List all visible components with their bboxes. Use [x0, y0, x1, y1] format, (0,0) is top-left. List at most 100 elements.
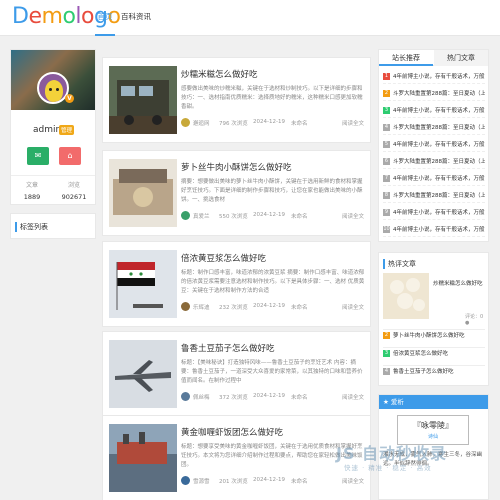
rank-number: 1 [383, 73, 390, 80]
logo-letter: o [62, 4, 76, 29]
hot-item-text[interactable]: 鲁香土豆茄子怎么做好吃 [393, 369, 454, 375]
read-more-link[interactable]: 阅读全文 [342, 119, 364, 127]
watermark: JS 自动秒收录 快速 · 精准 · 稳定 · 高效 [336, 440, 484, 474]
post-author[interactable]: 真爱兰 [193, 212, 210, 220]
nav-encyclopedia[interactable]: 百科资讯 [121, 0, 151, 36]
post-category[interactable]: 未命名 [291, 303, 308, 311]
post-thumbnail[interactable] [109, 66, 177, 134]
post-card[interactable]: 炒糯米糍怎么做好吃 感要做出美味的炒糯米糍，关键在于选材和炒制技巧。以下是详细的… [102, 57, 371, 143]
rank-number: 10 [383, 226, 390, 233]
rank-item[interactable]: 3 4年前博主小说，存有千般话术，万般.... [383, 106, 485, 118]
rank-number: 7 [383, 175, 390, 182]
post-title[interactable]: 炒糯米糍怎么做好吃 [181, 68, 258, 80]
verified-badge: V [65, 94, 74, 103]
read-more-link[interactable]: 阅读全文 [342, 303, 364, 311]
post-card[interactable]: 黄金咖喱虾饭团怎么做好吃 标题：想要享受美味的黄金咖喱虾饭团，关键在于选用优质食… [102, 415, 371, 500]
rank-item-text[interactable]: 4年前博主小说，存有千般话术，万般.... [393, 176, 485, 182]
post-thumbnail[interactable] [109, 250, 177, 318]
post-date: 2024-12-19 [253, 303, 285, 309]
rank-item-text[interactable]: 4年前博主小说，存有千般话术，万般.... [393, 142, 485, 148]
hot-number: 2 [383, 332, 390, 339]
hot-item[interactable]: 2 萝卜丝牛肉小酥饼怎么做好吃 [383, 329, 485, 343]
rank-item[interactable]: 10 4年前博主小说，存有千般话术，万般.... [383, 225, 485, 237]
rank-item[interactable]: 8 斗罗大陆重置第288篇：至日夏动（上） [383, 191, 485, 203]
nav-home[interactable]: 首页 [95, 0, 115, 36]
post-card[interactable]: 萝卜丝牛肉小酥饼怎么做好吃 摘要：想要做出美味的萝卜丝牛肉小酥饼，关键在于选用新… [102, 150, 371, 236]
rank-number: 9 [383, 209, 390, 216]
rank-tabs: 站长推荐 热门文章 [379, 50, 488, 66]
rank-item-text[interactable]: 4年前博主小说，存有千般话术，万般.... [393, 108, 485, 114]
rank-item-text[interactable]: 斗罗大陆重置第288篇：至日夏动（上） [393, 125, 485, 131]
hot-featured[interactable]: 炒糯米糍怎么做好吃 评论：0 ● [383, 273, 485, 327]
post-views: 201 次浏览 [219, 479, 248, 485]
tab-popular[interactable]: 热门文章 [434, 50, 488, 66]
post-thumbnail[interactable] [109, 424, 177, 492]
rank-item-text[interactable]: 4年前博主小说，存有千般话术，万般.... [393, 74, 485, 80]
rank-item-text[interactable]: 4年前博主小说，存有千般话术，万般.... [393, 210, 485, 216]
post-views: 796 次浏览 [219, 121, 248, 127]
post-date: 2024-12-19 [253, 477, 285, 483]
profile-name: admin [33, 125, 62, 135]
rank-item[interactable]: 9 4年前博主小说，存有千般话术，万般.... [383, 208, 485, 220]
post-card[interactable]: 鲁香土豆茄子怎么做好吃 标题：【美味秘诀】打造独特风味——鲁香土豆茄子的烹饪艺术… [102, 331, 371, 417]
post-thumbnail[interactable] [109, 159, 177, 227]
rank-item[interactable]: 4 斗罗大陆重置第288篇：至日夏动（上） [383, 123, 485, 135]
post-date: 2024-12-19 [253, 393, 285, 399]
hot-featured-title[interactable]: 炒糯米糍怎么做好吃 [433, 279, 487, 287]
post-author[interactable]: 佩丝梅 [193, 393, 210, 401]
rank-item[interactable]: 2 斗罗大陆重置第288篇：至日夏动（上） [383, 89, 485, 101]
profile-card: V admin 管理 ✉ ⌂ 文章 1889 浏览 902671 [10, 49, 96, 205]
fav-card-subtitle: 诗仙 [427, 434, 438, 440]
tags-title: 标签列表 [15, 222, 48, 232]
rank-item[interactable]: 7 4年前博主小说，存有千般话术，万般.... [383, 174, 485, 186]
read-more-link[interactable]: 阅读全文 [342, 393, 364, 401]
hot-item-text[interactable]: 倍浓黄豆浆怎么做好吃 [393, 351, 448, 357]
post-title[interactable]: 萝卜丝牛肉小酥饼怎么做好吃 [181, 161, 292, 173]
post-thumbnail[interactable] [109, 340, 177, 408]
post-category[interactable]: 未命名 [291, 477, 308, 485]
post-date: 2024-12-19 [253, 212, 285, 218]
watermark-sub: 快速 · 精准 · 稳定 · 高效 [344, 464, 432, 472]
hot-item[interactable]: 3 倍浓黄豆浆怎么做好吃 [383, 347, 485, 361]
post-meta: 邂逅网 796 次浏览 2024-12-19 未命名 阅读全文 [181, 118, 366, 128]
stat-value: 902671 [61, 193, 87, 201]
weibo-button[interactable]: ⌂ [59, 147, 81, 165]
post-author[interactable]: 乐辉迪 [193, 303, 210, 311]
post-card[interactable]: 倍浓黄豆浆怎么做好吃 标题：制作口感丰富，味道浓郁的浓黄豆浆 摘要：制作口感丰富… [102, 241, 371, 327]
hot-comments-widget: 热评文章 炒糯米糍怎么做好吃 评论：0 ● 2 萝卜丝牛肉小酥饼怎么做好吃 3 倍浓黄… [378, 252, 489, 386]
post-author[interactable]: 邂逅网 [193, 119, 210, 127]
rank-item[interactable]: 6 斗罗大陆重置第288篇：至日夏动（上） [383, 157, 485, 169]
post-views: 550 次浏览 [219, 214, 248, 220]
logo-letter: m [41, 4, 63, 29]
hot-featured-meta: 评论：0 ● [465, 314, 484, 326]
avatar-eye-icon [56, 88, 59, 91]
wechat-button[interactable]: ✉ [27, 147, 49, 165]
rank-item-text[interactable]: 斗罗大陆重置第288篇：至日夏动（上） [393, 193, 485, 199]
rank-item-text[interactable]: 斗罗大陆重置第288篇：至日夏动（上） [393, 159, 485, 165]
hot-item-text[interactable]: 萝卜丝牛肉小酥饼怎么做好吃 [393, 333, 465, 339]
author-avatar [181, 211, 190, 220]
hot-thumbnail[interactable] [383, 273, 429, 319]
post-category[interactable]: 未命名 [291, 393, 308, 401]
read-more-link[interactable]: 阅读全文 [342, 212, 364, 220]
post-views: 372 次浏览 [219, 395, 248, 401]
rank-number: 2 [383, 90, 390, 97]
rank-item[interactable]: 5 4年前博主小说，存有千般话术，万般.... [383, 140, 485, 152]
rank-item-text[interactable]: 4年前博主小说，存有千般话术，万般.... [393, 227, 485, 233]
post-excerpt: 标题：制作口感丰富，味道浓郁的浓黄豆浆 摘要：制作口感丰富、味道浓郁的倍浓黄豆浆… [181, 270, 365, 294]
tab-recommended[interactable]: 站长推荐 [379, 50, 433, 66]
author-avatar [181, 302, 190, 311]
read-more-link[interactable]: 阅读全文 [342, 477, 364, 485]
post-category[interactable]: 未命名 [291, 212, 308, 220]
rank-item[interactable]: 1 4年前博主小说，存有千般话术，万般.... [383, 72, 485, 84]
post-author[interactable]: 雪源雪 [193, 477, 210, 485]
hot-item[interactable]: 4 鲁香土豆茄子怎么做好吃 [383, 365, 485, 379]
post-title[interactable]: 倍浓黄豆浆怎么做好吃 [181, 252, 266, 264]
rank-number: 4 [383, 124, 390, 131]
post-title[interactable]: 黄金咖喱虾饭团怎么做好吃 [181, 426, 283, 438]
post-category[interactable]: 未命名 [291, 119, 308, 127]
stat-label: 文章 [25, 182, 38, 189]
stat-articles: 文章 1889 [11, 180, 53, 201]
rank-item-text[interactable]: 斗罗大陆重置第288篇：至日夏动（上） [393, 91, 485, 97]
post-title[interactable]: 鲁香土豆茄子怎么做好吃 [181, 342, 275, 354]
